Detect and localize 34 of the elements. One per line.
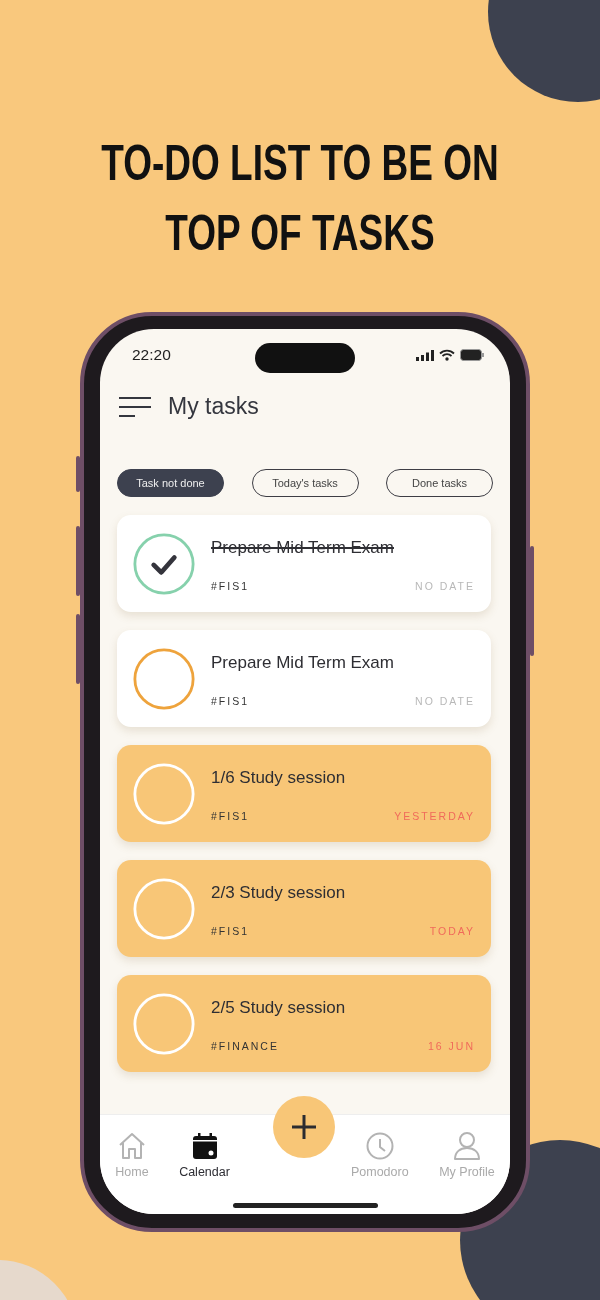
battery-icon <box>460 349 484 361</box>
signal-icon <box>416 349 434 361</box>
task-date: TODAY <box>429 924 475 937</box>
page-title: My tasks <box>168 393 259 420</box>
task-card[interactable]: 2/5 Study session #FINANCE 16 JUN <box>117 975 491 1072</box>
tab-bar-item[interactable]: Calendar <box>179 1131 230 1179</box>
headline: TO-DO LIST TO BE ON TOP OF TASKS <box>100 134 500 263</box>
task-tag: #FIS1 <box>211 694 249 707</box>
empty-circle-icon[interactable] <box>133 647 195 710</box>
task-date: NO DATE <box>415 579 475 592</box>
menu-icon[interactable] <box>118 395 152 418</box>
checked-circle-icon[interactable] <box>133 532 195 595</box>
task-date: NO DATE <box>415 694 475 707</box>
task-title: 1/6 Study session <box>211 767 347 788</box>
status-time: 22:20 <box>132 346 171 364</box>
person-icon <box>451 1131 482 1161</box>
task-tag: #FIS1 <box>211 924 249 937</box>
task-title: 2/5 Study session <box>211 997 347 1018</box>
task-card[interactable]: 2/3 Study session #FIS1 TODAY <box>117 860 491 957</box>
task-card[interactable]: Prepare Mid Term Exam #FIS1 NO DATE <box>117 630 491 727</box>
task-tag: #FIS1 <box>211 579 249 592</box>
task-tag: #FIS1 <box>211 809 249 822</box>
clock-icon <box>364 1131 395 1161</box>
task-title: Prepare Mid Term Exam <box>211 537 395 558</box>
task-date: 16 JUN <box>428 1039 475 1052</box>
task-title: 2/3 Study session <box>211 882 347 903</box>
task-card[interactable]: Prepare Mid Term Exam #FIS1 NO DATE <box>117 515 491 612</box>
filter-tab[interactable]: Task not done <box>117 469 224 497</box>
task-card[interactable]: 1/6 Study session #FIS1 YESTERDAY <box>117 745 491 842</box>
plus-icon <box>291 1114 317 1140</box>
task-title: Prepare Mid Term Exam <box>211 652 395 673</box>
task-date: YESTERDAY <box>394 809 475 822</box>
task-tag: #FINANCE <box>211 1039 279 1052</box>
wifi-icon <box>439 349 455 361</box>
